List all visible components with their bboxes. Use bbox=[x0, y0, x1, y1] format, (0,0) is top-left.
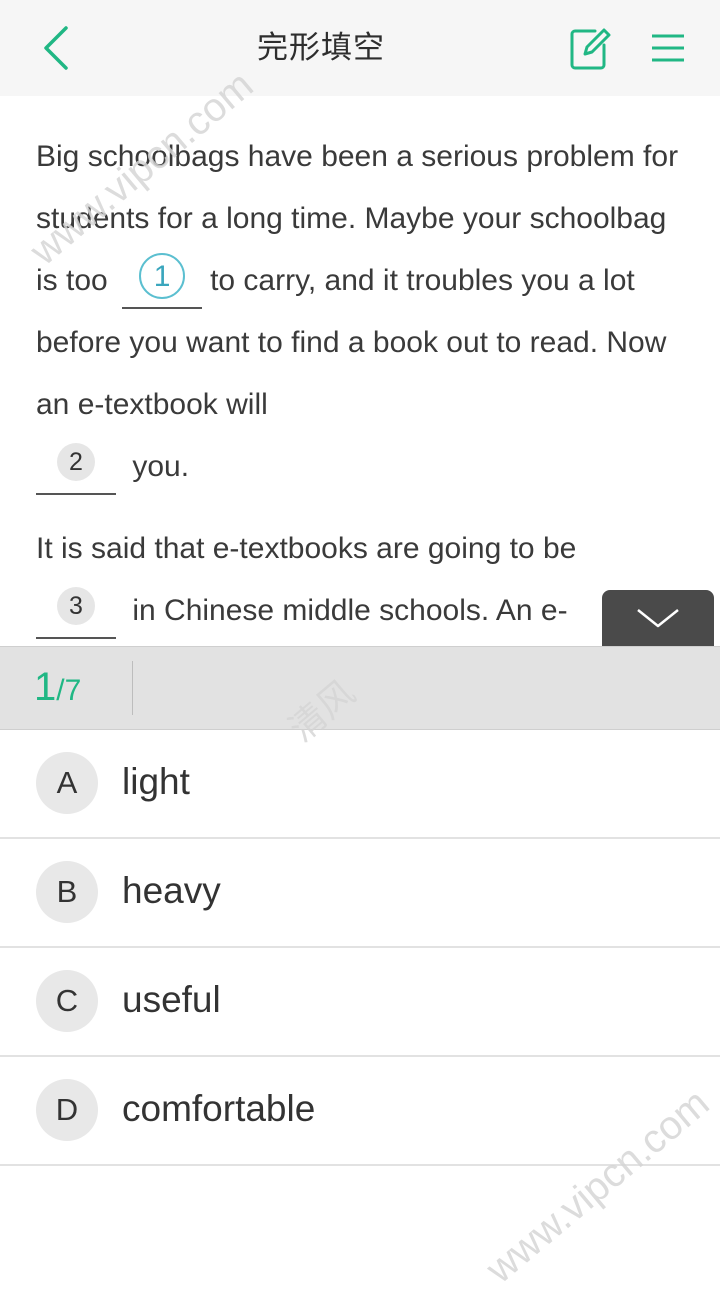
blank-number: 1 bbox=[139, 253, 186, 300]
option-d[interactable]: D comfortable bbox=[0, 1057, 720, 1166]
edit-icon bbox=[570, 28, 611, 70]
option-a[interactable]: A light bbox=[0, 730, 720, 839]
passage-text-segment: It is said that e-textbooks are going to… bbox=[36, 532, 577, 565]
option-b[interactable]: B heavy bbox=[0, 839, 720, 948]
passage-paragraph-1: Big schoolbags have been a serious probl… bbox=[36, 126, 696, 498]
option-text: heavy bbox=[122, 870, 221, 911]
edit-button[interactable] bbox=[562, 20, 618, 76]
option-c[interactable]: C useful bbox=[0, 948, 720, 1057]
collapse-button[interactable] bbox=[602, 590, 714, 646]
passage-paragraph-2: It is said that e-textbooks are going to… bbox=[36, 518, 696, 642]
question-counter: 1/7 bbox=[34, 665, 81, 710]
option-text: useful bbox=[122, 979, 221, 1020]
answer-options: A light B heavy C useful D comfortable bbox=[0, 730, 720, 1166]
menu-icon bbox=[652, 34, 684, 62]
passage-text-segment: you. bbox=[132, 450, 190, 483]
passage-text-segment: in Chinese middle schools. An e- bbox=[132, 594, 568, 627]
blank-number: 2 bbox=[57, 443, 95, 482]
blank-3[interactable]: 3 bbox=[36, 585, 116, 640]
divider bbox=[132, 661, 133, 715]
chevron-down-icon bbox=[637, 609, 679, 628]
current-question: 1 bbox=[34, 665, 57, 709]
option-letter: A bbox=[36, 752, 98, 814]
top-bar: 完形填空 bbox=[0, 0, 720, 96]
menu-button[interactable] bbox=[640, 20, 696, 76]
option-letter: C bbox=[36, 970, 98, 1032]
option-letter: D bbox=[36, 1079, 98, 1141]
total-questions: /7 bbox=[56, 674, 82, 707]
option-letter: B bbox=[36, 861, 98, 923]
option-text: light bbox=[122, 761, 190, 802]
option-text: comfortable bbox=[122, 1088, 316, 1129]
blank-number: 3 bbox=[57, 587, 95, 626]
blank-1[interactable]: 1 bbox=[122, 253, 203, 310]
passage-text: Big schoolbags have been a serious probl… bbox=[36, 96, 696, 646]
blank-2[interactable]: 2 bbox=[36, 441, 116, 496]
question-progress-bar: 1/7 bbox=[0, 646, 720, 730]
